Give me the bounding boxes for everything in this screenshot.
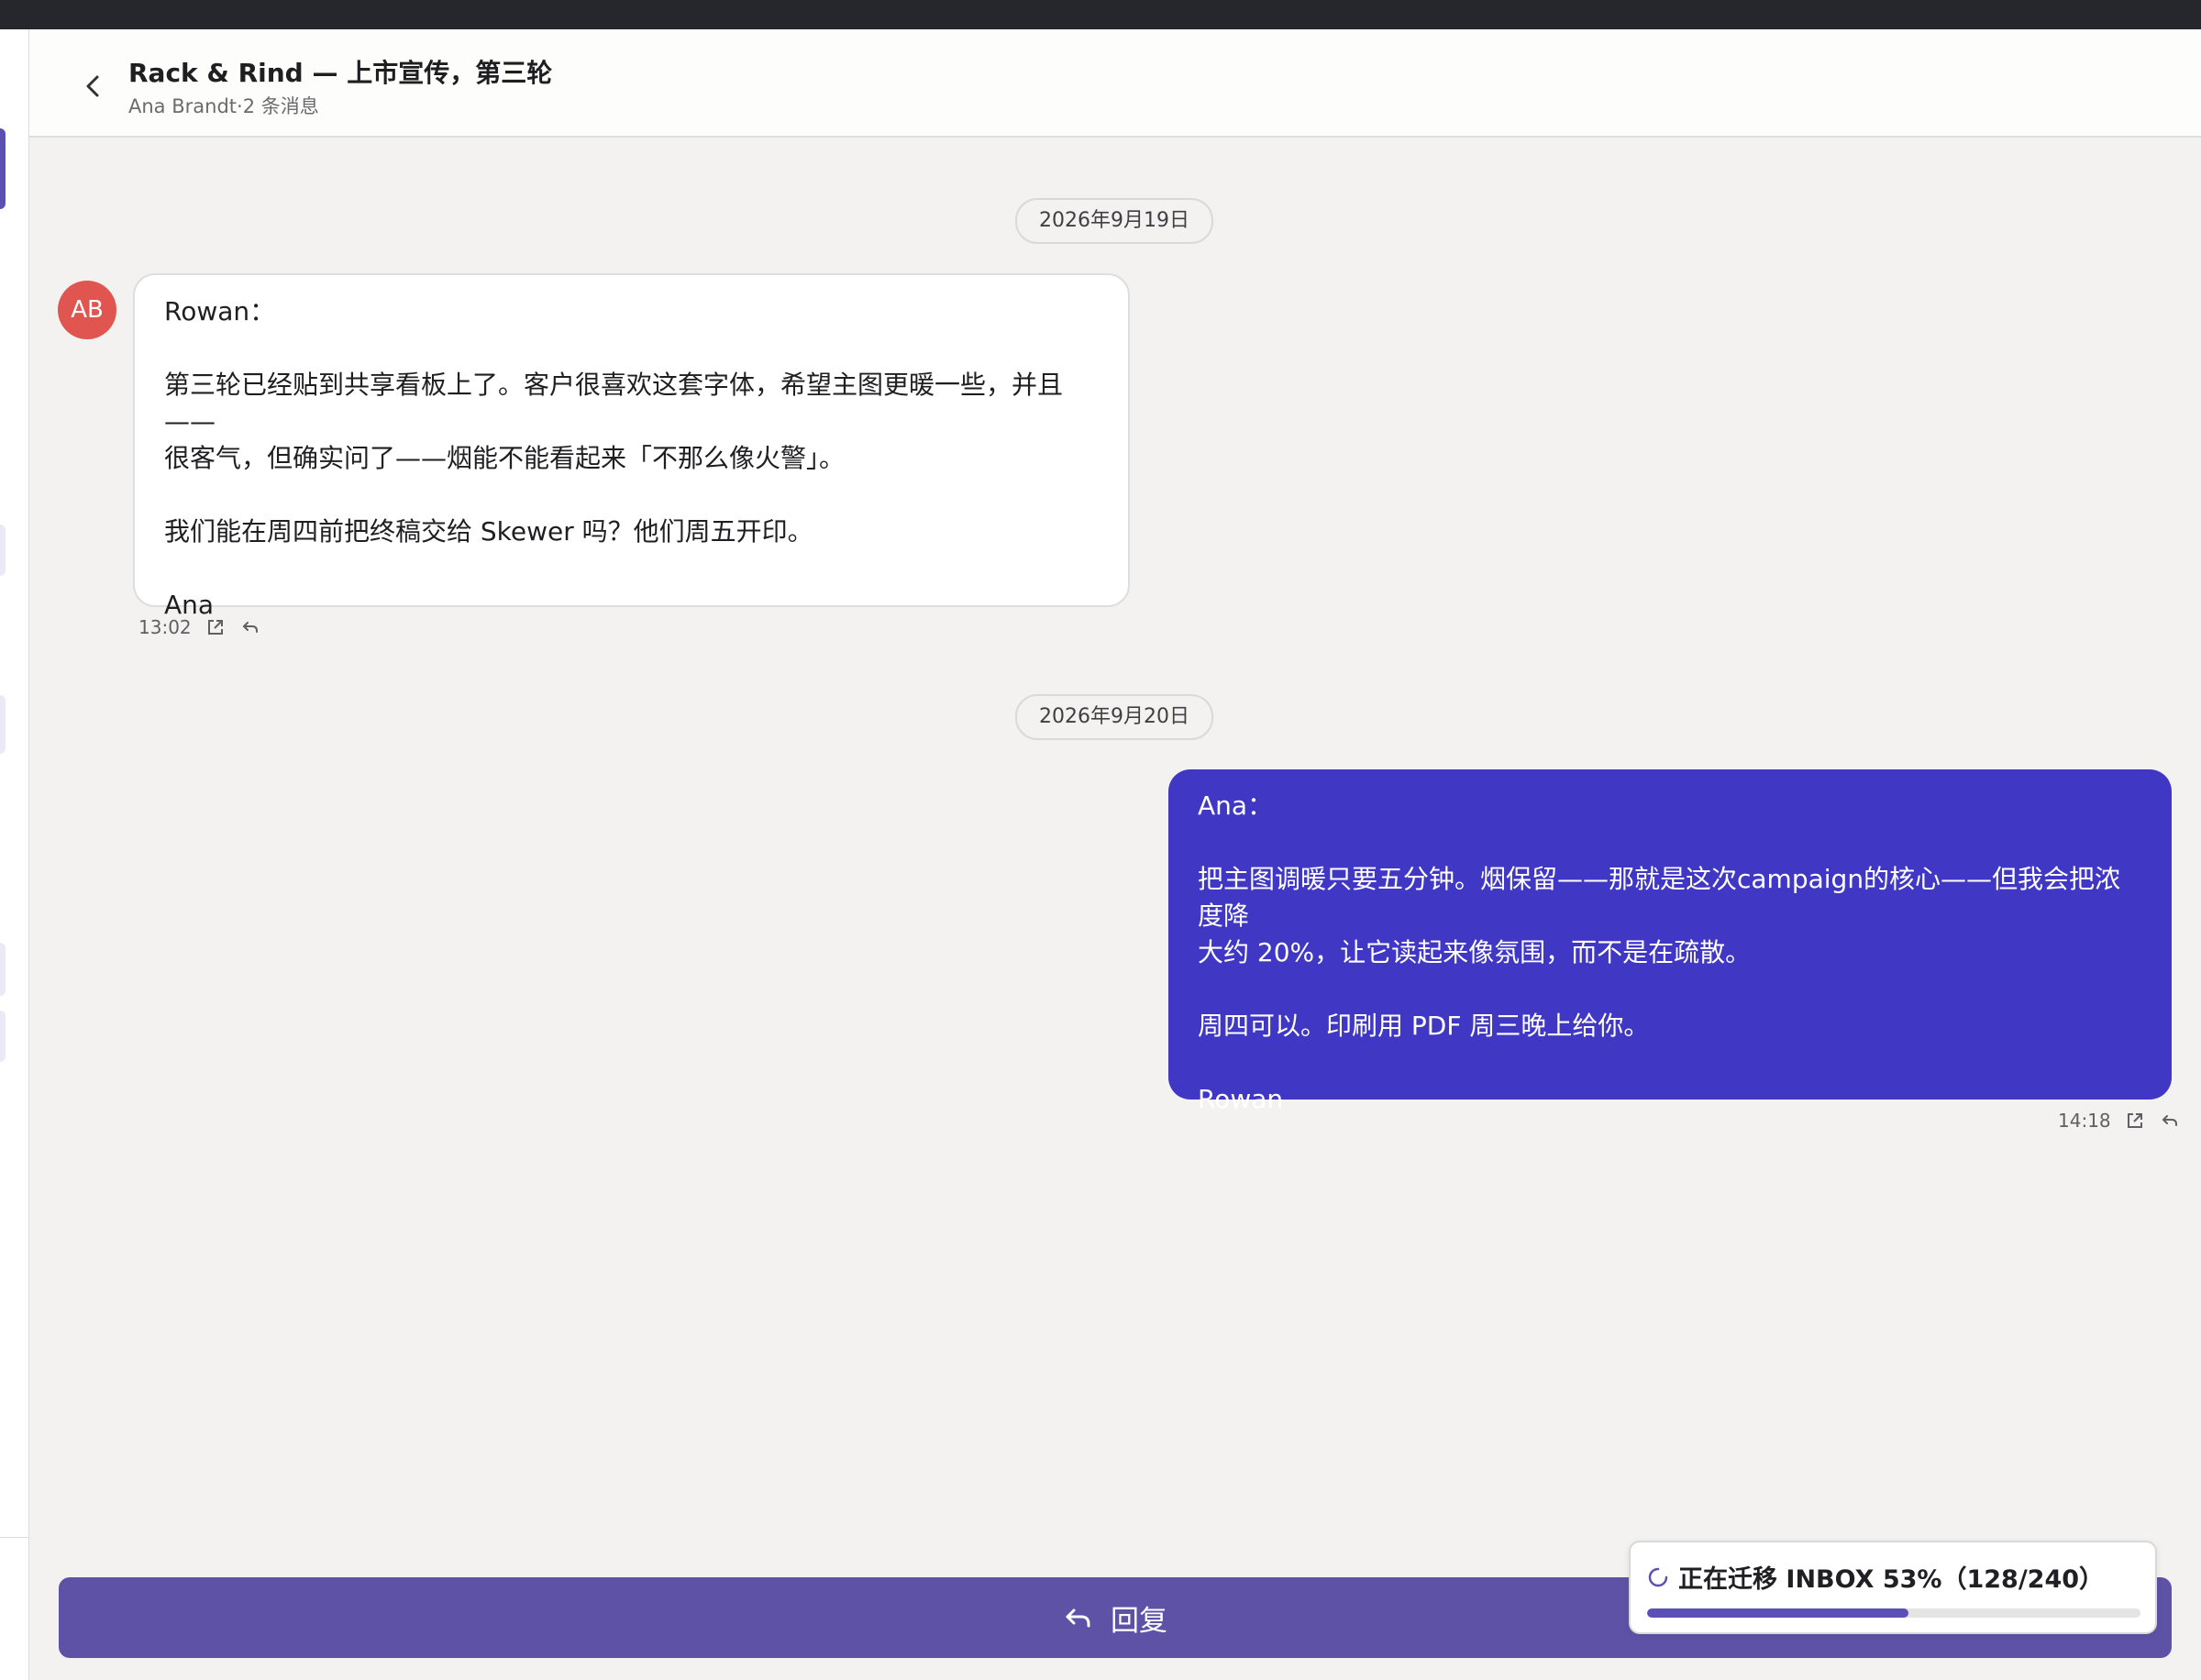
open-external-icon[interactable] — [2124, 1110, 2146, 1132]
message-line: Rowan — [1198, 1084, 1284, 1114]
window-top-bar — [0, 0, 2201, 29]
sidebar-item[interactable] — [0, 1011, 6, 1062]
sidebar-item[interactable] — [0, 525, 6, 576]
sidebar-item[interactable] — [0, 943, 6, 996]
open-external-icon[interactable] — [205, 616, 227, 638]
avatar-initials: AB — [71, 296, 104, 324]
reply-icon[interactable] — [2159, 1110, 2181, 1132]
spinner-icon — [1648, 1567, 1668, 1587]
message-line: 我们能在周四前把终稿交给 Skewer 吗？他们周五开印。 — [164, 516, 813, 547]
message-time: 13:02 — [138, 616, 192, 638]
sidebar-active-indicator[interactable] — [0, 128, 6, 209]
message-line — [1198, 971, 2142, 1008]
message-bubble-incoming: Rowan： 第三轮已经贴到共享看板上了。客户很喜欢这套字体，希望主图更暖一些，… — [133, 273, 1130, 620]
avatar: AB — [58, 281, 116, 339]
sidebar-divider — [0, 1537, 28, 1538]
message-line — [164, 330, 1099, 367]
message-line: 大约 20%，让它读起来像氛围，而不是在疏散。 — [1198, 937, 1752, 967]
back-button[interactable] — [70, 62, 117, 110]
left-sidebar-collapsed — [0, 29, 29, 1680]
sidebar-item[interactable] — [0, 695, 6, 754]
message-line — [1198, 824, 2142, 861]
reply-icon — [1066, 1608, 1090, 1628]
message-line: 很客气，但确实问了——烟能不能看起来「不那么像火警」。 — [164, 443, 846, 473]
subtitle-separator: · — [237, 95, 243, 117]
thread-message-count: 2 条消息 — [242, 95, 319, 117]
message-line: Ana： — [1198, 790, 1274, 821]
reply-button-label: 回复 — [1111, 1604, 1167, 1638]
message-line: 第三轮已经贴到共享看板上了。客户很喜欢这套字体，希望主图更暖一些，并且—— — [164, 370, 1064, 437]
chevron-left-icon — [86, 75, 99, 97]
thread-subtitle: Ana Brandt·2 条消息 — [128, 92, 319, 119]
message-line: Ana — [164, 590, 215, 620]
migration-status-text: 正在迁移 INBOX 53%（128/240） — [1678, 1565, 2105, 1594]
migration-progress-bar — [1647, 1608, 2140, 1618]
message-meta: 13:02 — [138, 616, 261, 638]
migration-progress-toast: 正在迁移 INBOX 53%（128/240） — [1629, 1541, 2157, 1634]
message-time: 14:18 — [2058, 1110, 2111, 1132]
message-line: Rowan： — [164, 296, 276, 326]
migration-progress-fill — [1647, 1608, 1909, 1618]
message-line — [164, 477, 1099, 514]
message-line: 周四可以。印刷用 PDF 周三晚上给你。 — [1198, 1011, 1650, 1041]
message-bubble-outgoing: Ana： 把主图调暖只要五分钟。烟保留——那就是这次campaign的核心——但… — [1168, 769, 2172, 1114]
thread-title: Rack & Rind — 上市宣传，第三轮 — [128, 58, 553, 88]
message-line: 把主图调暖只要五分钟。烟保留——那就是这次campaign的核心——但我会把浓度… — [1198, 864, 2121, 931]
message-meta: 14:18 — [2058, 1110, 2181, 1132]
thread-sender: Ana Brandt — [128, 95, 238, 117]
reply-icon[interactable] — [239, 616, 261, 638]
message-line — [1198, 1044, 2142, 1081]
date-separator: 2026年9月19日 — [1015, 198, 1213, 244]
thread-header: Rack & Rind — 上市宣传，第三轮 Ana Brandt·2 条消息 — [29, 29, 2201, 138]
message-line — [164, 550, 1099, 587]
date-separator: 2026年9月20日 — [1015, 694, 1213, 740]
